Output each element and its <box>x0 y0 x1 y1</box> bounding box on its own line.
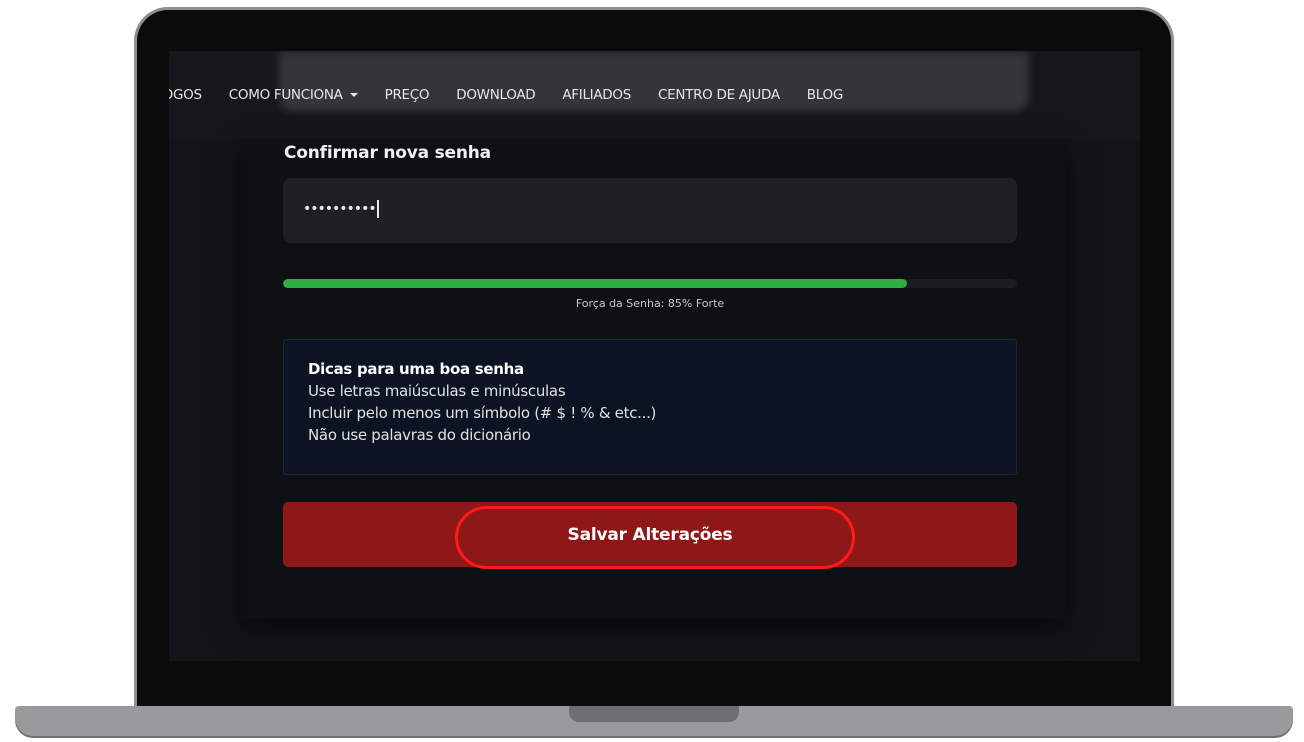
tip-item: Incluir pelo menos um símbolo (# $ ! % &… <box>308 404 657 422</box>
save-button-label: Salvar Alterações <box>567 524 733 545</box>
masked-password-text: •••••••••• <box>303 201 377 217</box>
nav-item-label: PREÇO <box>384 87 430 103</box>
nav-item-label: COMO FUNCIONA <box>228 87 343 103</box>
confirm-password-field[interactable]: •••••••••• <box>283 178 1017 243</box>
nav-item-preco[interactable]: PREÇO <box>385 87 430 103</box>
nav-menu: JOGOS COMO FUNCIONA PREÇO DOWNLOAD AFILI… <box>169 87 870 103</box>
password-tips-box: Dicas para uma boa senha Use letras maiú… <box>283 339 1017 475</box>
nav-item-download[interactable]: DOWNLOAD <box>456 87 535 103</box>
text-cursor <box>376 200 379 218</box>
nav-item-label: BLOG <box>806 87 844 103</box>
laptop-base-notch <box>569 706 739 722</box>
top-navbar: JOGOS COMO FUNCIONA PREÇO DOWNLOAD AFILI… <box>169 51 1140 139</box>
nav-item-jogos[interactable]: JOGOS <box>169 87 202 103</box>
nav-item-como-funciona[interactable]: COMO FUNCIONA <box>229 87 358 103</box>
tip-item: Use letras maiúsculas e minúsculas <box>308 382 566 400</box>
nav-item-label: JOGOS <box>169 87 202 103</box>
nav-item-blog[interactable]: BLOG <box>806 87 844 103</box>
nav-item-label: DOWNLOAD <box>456 87 536 103</box>
password-strength-meter <box>283 279 1017 288</box>
tip-item: Não use palavras do dicionário <box>308 426 531 444</box>
password-strength-text: Força da Senha: 85% Forte <box>575 297 725 310</box>
save-changes-button[interactable]: Salvar Alterações <box>283 502 1017 567</box>
tips-title: Dicas para uma boa senha <box>308 360 524 378</box>
caret-down-icon <box>349 93 358 97</box>
nav-item-afiliados[interactable]: AFILIADOS <box>562 87 631 103</box>
laptop-screen: JOGOS COMO FUNCIONA PREÇO DOWNLOAD AFILI… <box>169 51 1140 661</box>
confirm-password-label: Confirmar nova senha <box>284 143 491 163</box>
password-strength-fill <box>283 279 907 288</box>
nav-item-label: AFILIADOS <box>562 87 631 103</box>
laptop-mockup: JOGOS COMO FUNCIONA PREÇO DOWNLOAD AFILI… <box>0 0 1304 742</box>
nav-item-label: CENTRO DE AJUDA <box>657 87 780 103</box>
nav-item-centro-de-ajuda[interactable]: CENTRO DE AJUDA <box>658 87 780 103</box>
confirm-password-value: •••••••••• <box>303 200 379 218</box>
